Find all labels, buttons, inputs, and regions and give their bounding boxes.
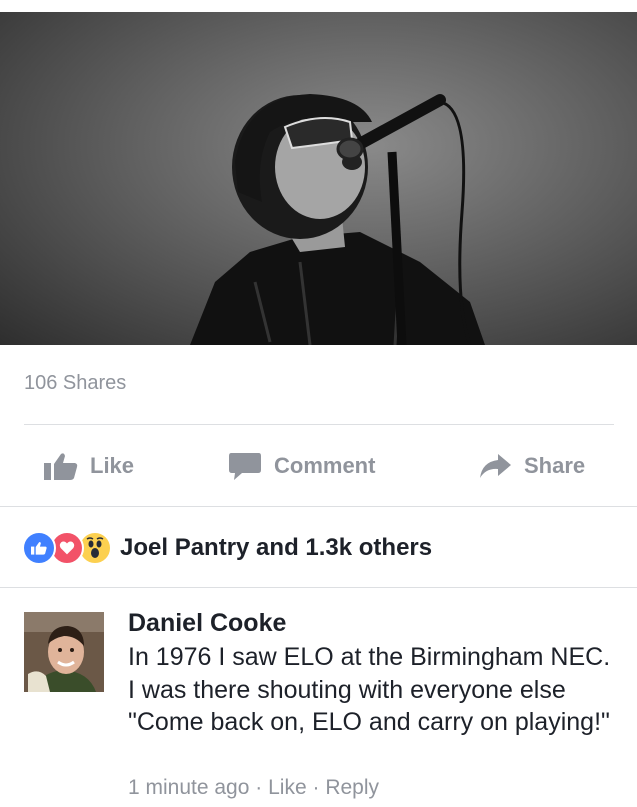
avatar[interactable] bbox=[24, 612, 104, 692]
meta-separator: · bbox=[312, 776, 320, 799]
comment-reply-link[interactable]: Reply bbox=[325, 776, 379, 799]
singer-illustration bbox=[190, 94, 485, 345]
comment-button[interactable]: Comment bbox=[228, 446, 375, 486]
post-photo[interactable] bbox=[0, 12, 637, 345]
thumbs-up-icon bbox=[44, 453, 78, 480]
like-button[interactable]: Like bbox=[44, 446, 134, 486]
divider bbox=[0, 506, 637, 507]
comment-author[interactable]: Daniel Cooke bbox=[128, 609, 286, 638]
comment-label: Comment bbox=[274, 453, 376, 478]
reactions-summary-text[interactable]: Joel Pantry and 1.3k others bbox=[120, 534, 432, 562]
share-label: Share bbox=[524, 453, 586, 478]
divider bbox=[0, 587, 637, 588]
reactions-summary[interactable]: Joel Pantry and 1.3k others bbox=[22, 531, 432, 565]
comment-text: In 1976 I saw ELO at the Birmingham NEC.… bbox=[128, 643, 611, 736]
comment-timestamp: 1 minute ago bbox=[128, 776, 250, 799]
meta-separator: · bbox=[255, 776, 263, 799]
like-reaction-icon bbox=[22, 531, 56, 565]
comment-like-link[interactable]: Like bbox=[268, 776, 307, 799]
comment-icon bbox=[229, 453, 261, 480]
commenter-photo bbox=[24, 612, 104, 692]
like-label: Like bbox=[90, 453, 135, 478]
share-button[interactable]: Share bbox=[478, 446, 585, 486]
divider bbox=[24, 424, 614, 425]
comment-meta: 1 minute ago · Like · Reply bbox=[128, 776, 379, 800]
shares-count[interactable]: 106 Shares bbox=[24, 372, 126, 395]
share-arrow-icon bbox=[480, 454, 511, 478]
